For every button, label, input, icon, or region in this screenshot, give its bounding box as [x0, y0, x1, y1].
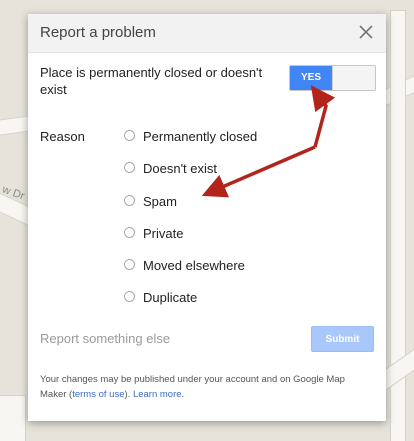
- terms-of-use-link[interactable]: terms of use: [72, 389, 124, 400]
- footer-text: .: [181, 389, 185, 400]
- question-text: Place is permanently closed or doesn't e…: [40, 65, 263, 97]
- footer-text: ).: [124, 389, 133, 400]
- radio-button[interactable]: [124, 259, 135, 270]
- option-label: Permanently closed: [143, 129, 258, 144]
- radio-button[interactable]: [124, 162, 135, 173]
- option-label: Duplicate: [143, 290, 198, 305]
- option-label: Spam: [143, 194, 177, 209]
- radio-button[interactable]: [124, 130, 135, 141]
- option-label: Private: [143, 226, 184, 241]
- toggle-off-half: [332, 66, 375, 90]
- map-road: [0, 395, 26, 441]
- radio-button[interactable]: [124, 195, 135, 206]
- closed-toggle[interactable]: YES: [289, 65, 376, 91]
- radio-button[interactable]: [124, 227, 135, 238]
- reason-label: Reason: [40, 129, 85, 144]
- toggle-yes-label: YES: [290, 66, 332, 90]
- report-problem-dialog: Report a problem Place is permanently cl…: [28, 14, 386, 421]
- radio-button[interactable]: [124, 291, 135, 302]
- option-label: Doesn't exist: [143, 161, 218, 176]
- learn-more-link[interactable]: Learn more: [133, 389, 182, 400]
- option-label: Moved elsewhere: [143, 258, 245, 273]
- dialog-title: Report a problem: [40, 24, 156, 41]
- close-icon[interactable]: [356, 22, 376, 42]
- footer-notice: Your changes may be published under your…: [40, 372, 370, 402]
- dialog-header: Report a problem: [28, 14, 386, 53]
- submit-button[interactable]: Submit: [311, 326, 374, 352]
- report-something-else-link[interactable]: Report something else: [40, 331, 170, 346]
